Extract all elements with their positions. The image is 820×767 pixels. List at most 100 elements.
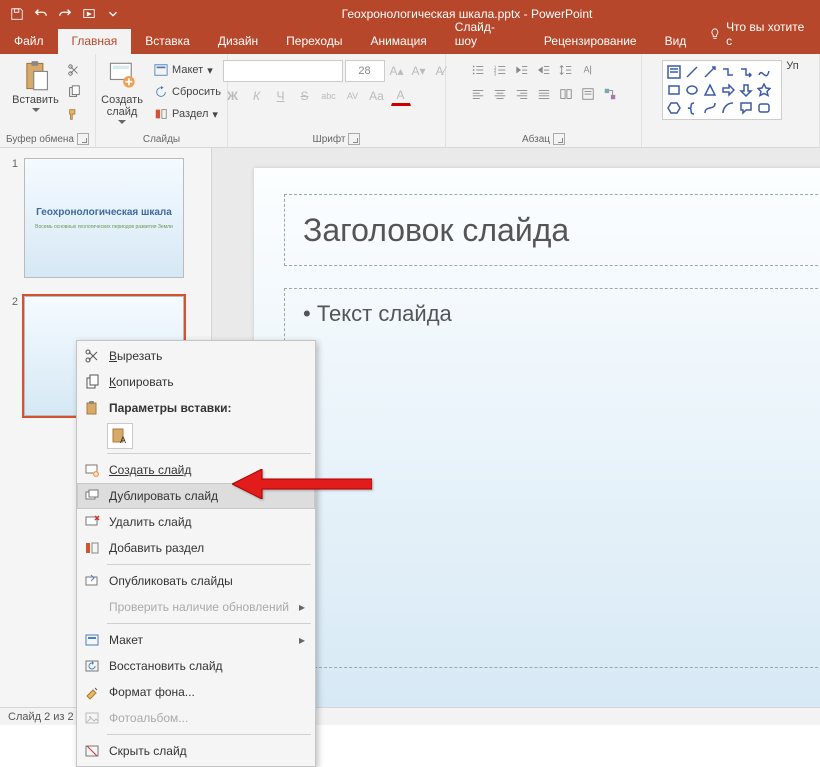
ctx-paste-options-header: Параметры вставки: <box>77 395 315 421</box>
shape-curve-icon[interactable] <box>701 99 719 117</box>
paragraph-dialog-launcher[interactable] <box>553 133 565 145</box>
ribbon: Вставить Буфер обмена Создать слайд Маке… <box>0 54 820 148</box>
tab-insert[interactable]: Вставка <box>131 29 204 54</box>
columns-button[interactable] <box>556 84 576 104</box>
align-text-button[interactable] <box>578 84 598 104</box>
save-button[interactable] <box>6 3 28 25</box>
ctx-layout[interactable]: Макет ▸ <box>77 627 315 653</box>
new-slide-button[interactable]: Создать слайд <box>98 60 146 124</box>
strikethrough-button[interactable]: S <box>295 86 315 106</box>
chevron-right-icon: ▸ <box>299 633 305 647</box>
group-clipboard-label: Буфер обмена <box>6 134 74 145</box>
shape-hexagon-icon[interactable] <box>665 99 683 117</box>
tab-design[interactable]: Дизайн <box>204 29 272 54</box>
title-placeholder[interactable]: Заголовок слайда <box>284 194 820 266</box>
context-menu: Вырезать Копировать Параметры вставки: A… <box>76 340 316 767</box>
shape-connector-icon[interactable] <box>719 63 737 81</box>
font-color-button[interactable]: A <box>391 86 411 106</box>
reset-button[interactable]: Сбросить <box>150 82 225 102</box>
tab-file[interactable]: Файл <box>0 29 58 54</box>
paste-button[interactable]: Вставить <box>12 60 60 112</box>
shape-triangle-icon[interactable] <box>701 81 719 99</box>
tab-view[interactable]: Вид <box>651 29 701 54</box>
paste-keep-formatting-button[interactable]: A <box>107 423 133 449</box>
text-direction-button[interactable]: A <box>578 60 598 80</box>
tab-home[interactable]: Главная <box>58 29 132 54</box>
underline-button[interactable]: Ч <box>271 86 291 106</box>
tab-review[interactable]: Рецензирование <box>530 29 651 54</box>
align-right-button[interactable] <box>512 84 532 104</box>
font-dialog-launcher[interactable] <box>348 133 360 145</box>
shape-brace-icon[interactable] <box>683 99 701 117</box>
arrange-button[interactable]: Уп <box>786 60 798 72</box>
increase-indent-button[interactable] <box>534 60 554 80</box>
shapes-gallery[interactable] <box>662 60 782 120</box>
tab-transitions[interactable]: Переходы <box>272 29 356 54</box>
duplicate-icon <box>83 487 101 505</box>
layout-button[interactable]: Макет▾ <box>150 60 225 80</box>
ctx-add-section[interactable]: Добавить раздел <box>77 535 315 561</box>
ctx-copy[interactable]: Копировать <box>77 369 315 395</box>
change-case-button[interactable]: Aa <box>367 86 387 106</box>
restore-icon <box>83 657 101 675</box>
align-left-button[interactable] <box>468 84 488 104</box>
align-center-button[interactable] <box>490 84 510 104</box>
new-slide-icon <box>83 461 101 479</box>
smartart-button[interactable] <box>600 84 620 104</box>
shape-line-icon[interactable] <box>683 63 701 81</box>
tell-me-search[interactable]: Что вы хотите с <box>700 20 820 54</box>
clipboard-dialog-launcher[interactable] <box>77 133 89 145</box>
layout-icon <box>154 63 168 77</box>
section-icon <box>83 539 101 557</box>
shape-right-arrow-icon[interactable] <box>719 81 737 99</box>
redo-button[interactable] <box>54 3 76 25</box>
font-name-combo[interactable] <box>223 60 343 82</box>
ctx-format-background[interactable]: Формат фона... <box>77 679 315 705</box>
shape-arc-icon[interactable] <box>719 99 737 117</box>
qat-customize-button[interactable] <box>102 3 124 25</box>
slide-canvas[interactable]: Заголовок слайда Текст слайда <box>254 168 820 707</box>
increase-font-button[interactable]: A▴ <box>387 61 407 81</box>
shape-action-icon[interactable] <box>755 99 773 117</box>
tab-animations[interactable]: Анимация <box>356 29 440 54</box>
italic-button[interactable]: К <box>247 86 267 106</box>
section-button[interactable]: Раздел▾ <box>150 104 225 124</box>
separator <box>107 734 311 735</box>
ctx-delete-slide[interactable]: Удалить слайд <box>77 509 315 535</box>
tab-slideshow[interactable]: Слайд-шоу <box>441 15 530 54</box>
copy-button[interactable] <box>64 82 84 102</box>
text-shadow-button[interactable]: abc <box>319 86 339 106</box>
justify-button[interactable] <box>534 84 554 104</box>
format-painter-button[interactable] <box>64 104 84 124</box>
thumbnail-1-preview[interactable]: Геохронологическая шкала Восемь основных… <box>24 158 184 278</box>
font-size-combo[interactable]: 28 <box>345 60 385 82</box>
ctx-restore-slide[interactable]: Восстановить слайд <box>77 653 315 679</box>
line-spacing-button[interactable] <box>556 60 576 80</box>
decrease-indent-button[interactable] <box>512 60 532 80</box>
shape-elbow-arrow-icon[interactable] <box>737 63 755 81</box>
shape-oval-icon[interactable] <box>683 81 701 99</box>
bold-button[interactable]: Ж <box>223 86 243 106</box>
hide-slide-icon <box>83 742 101 760</box>
start-from-beginning-button[interactable] <box>78 3 100 25</box>
shape-arrow-line-icon[interactable] <box>701 63 719 81</box>
undo-button[interactable] <box>30 3 52 25</box>
shape-star-icon[interactable] <box>755 81 773 99</box>
group-slides-label: Слайды <box>96 132 227 147</box>
shape-callout-icon[interactable] <box>737 99 755 117</box>
quick-access-toolbar <box>0 0 124 28</box>
shape-textbox-icon[interactable] <box>665 63 683 81</box>
shape-free-line-icon[interactable] <box>755 63 773 81</box>
group-slides: Создать слайд Макет▾ Сбросить Раздел▾ Сл… <box>96 54 228 147</box>
shape-down-arrow-icon[interactable] <box>737 81 755 99</box>
ctx-cut[interactable]: Вырезать <box>77 343 315 369</box>
ctx-publish-slides[interactable]: Опубликовать слайды <box>77 568 315 594</box>
thumbnail-1[interactable]: 1 Геохронологическая шкала Восемь основн… <box>8 158 203 278</box>
char-spacing-button[interactable]: AV <box>343 86 363 106</box>
cut-button[interactable] <box>64 60 84 80</box>
bullets-button[interactable] <box>468 60 488 80</box>
shape-rect-icon[interactable] <box>665 81 683 99</box>
decrease-font-button[interactable]: A▾ <box>409 61 429 81</box>
ctx-hide-slide[interactable]: Скрыть слайд <box>77 738 315 764</box>
numbering-button[interactable]: 123 <box>490 60 510 80</box>
